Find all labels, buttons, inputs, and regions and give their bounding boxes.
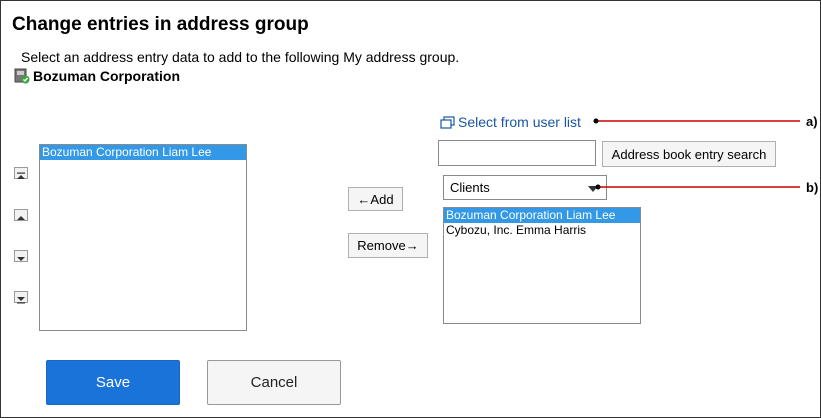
callout-lines bbox=[593, 118, 800, 190]
callout-dot-b bbox=[595, 184, 601, 190]
callout-label-b: b) bbox=[806, 180, 819, 195]
callout-dot-a bbox=[593, 118, 599, 124]
callout-label-a: a) bbox=[806, 114, 818, 129]
